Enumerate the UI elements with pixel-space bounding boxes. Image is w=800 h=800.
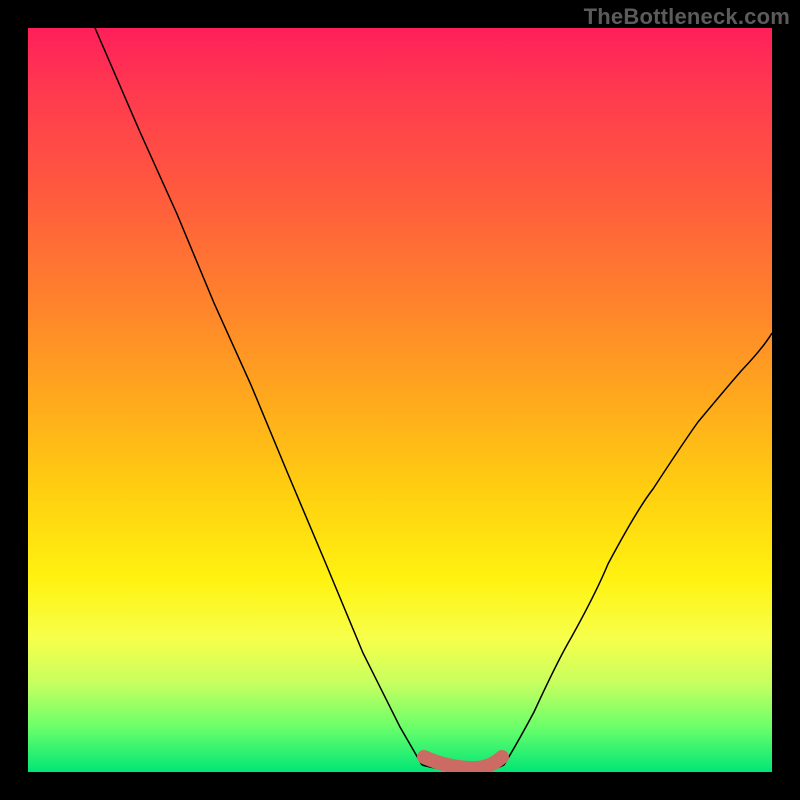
curve-svg (28, 28, 772, 772)
curve-right-branch (504, 333, 772, 765)
plot-area (28, 28, 772, 772)
watermark-text: TheBottleneck.com (584, 4, 790, 30)
chart-frame: TheBottleneck.com (0, 0, 800, 800)
floor-highlight-bar (424, 757, 502, 768)
curve-left-branch (95, 28, 422, 765)
